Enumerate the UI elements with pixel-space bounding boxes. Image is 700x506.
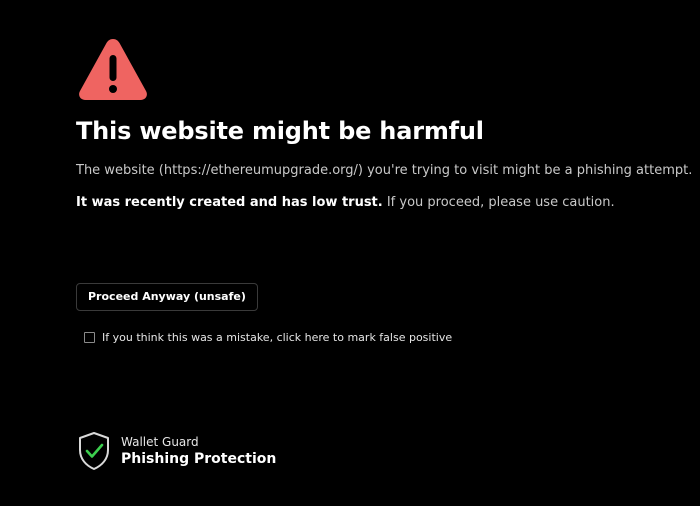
shield-check-icon — [77, 431, 111, 471]
false-positive-toggle[interactable]: If you think this was a mistake, click h… — [84, 331, 452, 344]
warning-description: The website (https://ethereumupgrade.org… — [76, 163, 693, 178]
trust-notice: It was recently created and has low trus… — [76, 195, 615, 210]
trust-notice-strong: It was recently created and has low trus… — [76, 195, 383, 210]
brand-text: Wallet Guard Phishing Protection — [121, 431, 276, 469]
false-positive-label[interactable]: If you think this was a mistake, click h… — [102, 331, 452, 344]
brand-product: Phishing Protection — [121, 451, 277, 467]
false-positive-checkbox[interactable] — [84, 332, 95, 343]
warning-page: This website might be harmful The websit… — [0, 0, 700, 506]
page-title: This website might be harmful — [76, 117, 484, 145]
proceed-anyway-button[interactable]: Proceed Anyway (unsafe) — [76, 283, 258, 311]
brand-name: Wallet Guard — [121, 435, 199, 449]
brand-footer: Wallet Guard Phishing Protection — [77, 431, 276, 471]
warning-triangle-icon — [77, 35, 149, 103]
trust-notice-rest: If you proceed, please use caution. — [382, 195, 615, 210]
